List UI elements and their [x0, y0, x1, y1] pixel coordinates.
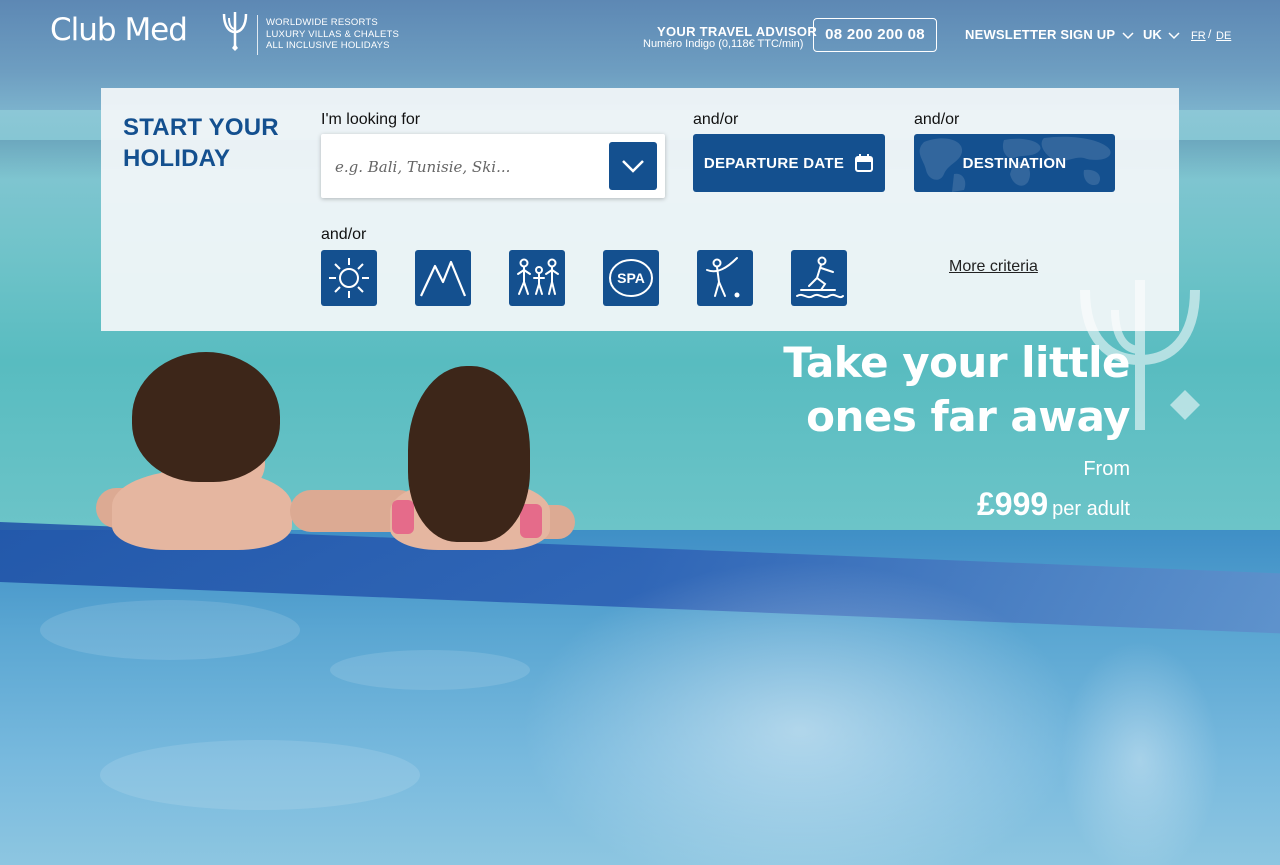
- destination-button[interactable]: DESTINATION: [914, 134, 1115, 192]
- child-hair: [132, 352, 280, 482]
- golf-icon: [706, 257, 740, 298]
- promo-headline-line: Take your little: [783, 338, 1130, 387]
- language-link-fr[interactable]: FR: [1191, 30, 1206, 42]
- country-label: UK: [1143, 27, 1162, 42]
- tagline-line: WORLDWIDE RESORTS: [266, 17, 378, 28]
- travel-advisor-title: YOUR TRAVEL ADVISOR: [657, 24, 818, 39]
- mountain-icon: [420, 260, 467, 297]
- language-link-de[interactable]: DE: [1216, 30, 1231, 42]
- chevron-down-icon: [622, 160, 644, 173]
- waterski-icon: [796, 256, 844, 299]
- search-dropdown-button[interactable]: [609, 142, 657, 190]
- mountain-activity-button[interactable]: [415, 250, 471, 306]
- departure-date-button[interactable]: DEPARTURE DATE: [693, 134, 885, 192]
- holiday-search-panel: START YOUR HOLIDAY I'm looking for and/o…: [101, 88, 1179, 331]
- child-hair: [408, 366, 530, 542]
- chevron-down-icon: [1122, 32, 1134, 39]
- chevron-down-icon: [1168, 32, 1180, 39]
- family-activity-button[interactable]: [509, 250, 565, 306]
- club-med-logo[interactable]: Club Med: [50, 12, 188, 48]
- phone-number-button[interactable]: 08 200 200 08: [813, 18, 937, 52]
- trident-logo-icon: [222, 12, 248, 51]
- search-input[interactable]: [335, 154, 605, 180]
- logo-tagline: WORLDWIDE RESORTS LUXURY VILLAS & CHALET…: [266, 17, 399, 52]
- promo-price: £999: [976, 486, 1049, 522]
- panel-title-line: START YOUR: [123, 114, 279, 141]
- promo-from-label: From: [1083, 458, 1130, 480]
- spa-activity-button[interactable]: SPA: [603, 250, 659, 306]
- newsletter-label: NEWSLETTER SIGN UP: [965, 27, 1115, 42]
- site-header: Club Med WORLDWIDE RESORTS LUXURY VILLAS…: [0, 0, 1280, 70]
- sun-icon: [329, 258, 369, 298]
- golf-activity-button[interactable]: [697, 250, 753, 306]
- tagline-line: LUXURY VILLAS & CHALETS: [266, 28, 400, 40]
- spa-icon-text: SPA: [617, 270, 645, 286]
- spa-icon: SPA: [609, 259, 653, 297]
- more-criteria-link[interactable]: More criteria: [949, 258, 1038, 276]
- swimsuit-strap: [520, 504, 542, 538]
- panel-title: START YOUR HOLIDAY: [123, 112, 293, 174]
- promo-price-unit: per adult: [1052, 498, 1130, 520]
- newsletter-signup-dropdown[interactable]: NEWSLETTER SIGN UP: [965, 27, 1134, 42]
- departure-date-label: DEPARTURE DATE: [703, 154, 845, 172]
- andor-label: and/or: [321, 226, 367, 243]
- water-ripple: [330, 650, 530, 690]
- travel-advisor-subtitle: Numéro Indigo (0,118€ TTC/min): [643, 38, 804, 50]
- family-icon: [517, 258, 559, 295]
- language-separator: /: [1208, 27, 1212, 41]
- promo-headline: Take your little ones far away: [760, 336, 1130, 444]
- sun-activity-button[interactable]: [321, 250, 377, 306]
- andor-label: and/or: [914, 111, 960, 128]
- search-field-box: [321, 134, 665, 198]
- logo-divider: [257, 15, 258, 55]
- water-reflection: [1060, 640, 1220, 865]
- country-selector[interactable]: UK: [1143, 27, 1180, 42]
- swimsuit-strap: [392, 500, 414, 534]
- calendar-icon: [855, 154, 874, 172]
- promo-headline-line: ones far away: [806, 392, 1130, 441]
- tagline-line: ALL INCLUSIVE HOLIDAYS: [266, 40, 390, 51]
- destination-label: DESTINATION: [962, 154, 1067, 172]
- water-ripple: [40, 600, 300, 660]
- looking-for-label: I'm looking for: [321, 111, 421, 128]
- water-ripple: [100, 740, 420, 810]
- panel-title-line: HOLIDAY: [123, 145, 231, 172]
- andor-label: and/or: [693, 111, 739, 128]
- promo-price-row[interactable]: £999 per adult: [900, 486, 1130, 523]
- waterski-activity-button[interactable]: [791, 250, 847, 306]
